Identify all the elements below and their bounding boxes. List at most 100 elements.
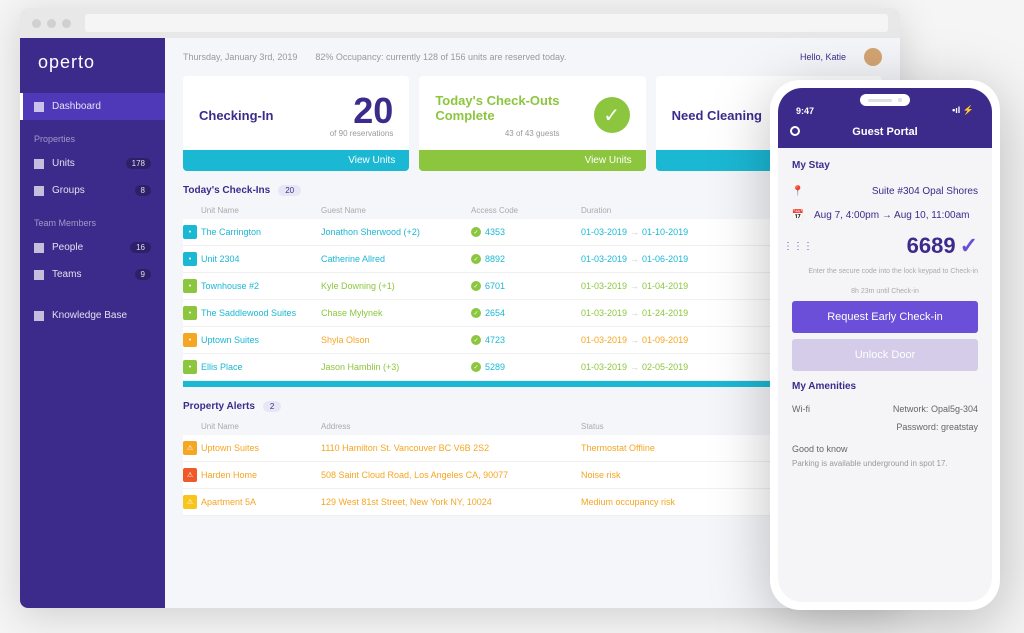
sidebar-people[interactable]: People 16 [20,234,165,261]
sidebar-label: Units [52,158,75,169]
unlock-door-button[interactable]: Unlock Door [792,339,978,371]
section-title: Today's Check-Ins [183,185,270,196]
teams-icon [34,270,44,280]
sidebar-teams[interactable]: Teams 9 [20,261,165,288]
signal-icon: •ıl ⚡ [952,105,974,116]
sidebar-units[interactable]: Units 178 [20,150,165,177]
calendar-icon: 📅 [792,209,804,221]
sidebar-kb[interactable]: Knowledge Base [20,302,165,329]
phone-mockup: 9:47 •ıl ⚡ Guest Portal My Stay 📍 Suite … [770,80,1000,610]
dashboard-icon [34,102,44,112]
topbar-occupancy: 82% Occupancy: currently 128 of 156 unit… [315,52,566,62]
unit-link[interactable]: Ellis Place [201,362,243,372]
card-sub: 43 of 43 guests [435,129,559,138]
phone-time: 9:47 [796,106,814,116]
check-icon: ✓ [471,254,481,264]
status-badge-icon: • [183,333,197,347]
guest-name: Kyle Downing (+1) [321,281,471,291]
check-circle-icon: ✓ [594,97,630,133]
suite-row: 📍 Suite #304 Opal Shores [792,179,978,203]
phone-notch [860,94,910,106]
avatar[interactable] [864,48,882,66]
card-title: Today's Check-Outs [435,93,559,108]
wifi-pw-row: Password: greatstay [792,418,978,436]
unit-link[interactable]: The Saddlewood Suites [201,308,296,318]
count-badge: 16 [130,242,151,253]
alert-status: Medium occupancy risk [581,497,675,507]
unit-link[interactable]: Uptown Suites [201,443,259,453]
sidebar-section-team: Team Members [20,204,165,234]
wifi-label: Wi-fi [792,404,810,414]
section-count: 2 [263,401,281,412]
pin-icon: 📍 [792,185,804,197]
status-badge-icon: • [183,225,197,239]
unit-link[interactable]: Harden Home [201,470,257,480]
sidebar-groups[interactable]: Groups 8 [20,177,165,204]
card-title: Checking-In [199,108,273,123]
book-icon [34,311,44,321]
guest-name: Shyla Olson [321,335,471,345]
topbar-date: Thursday, January 3rd, 2019 [183,52,297,62]
guest-name: Jonathon Sherwood (+2) [321,227,471,237]
unit-link[interactable]: The Carrington [201,227,261,237]
status-badge-icon: • [183,360,197,374]
back-icon[interactable] [790,126,800,136]
sidebar-dashboard[interactable]: Dashboard [20,93,165,120]
access-code: ✓4723 [471,335,581,345]
request-early-checkin-button[interactable]: Request Early Check-in [792,301,978,333]
col-guest: Guest Name [321,206,471,215]
greeting[interactable]: Hello, Katie [800,52,846,62]
alert-status: Thermostat Offline [581,443,655,453]
col-unit: Unit Name [201,206,321,215]
topbar: Thursday, January 3rd, 2019 82% Occupanc… [165,38,900,76]
card-title-2: Complete [435,108,559,123]
unit-link[interactable]: Apartment 5A [201,497,256,507]
guest-name: Chase Mylynek [321,308,471,318]
unit-link[interactable]: Unit 2304 [201,254,240,264]
col-unit: Unit Name [201,422,321,431]
view-units-button[interactable]: View Units [419,150,645,171]
section-count: 20 [278,185,301,196]
url-bar[interactable] [85,14,888,32]
guest-name: Catherine Allred [321,254,471,264]
count-badge: 8 [135,185,151,196]
people-icon [34,243,44,253]
check-icon: ✓ [471,308,481,318]
address-link[interactable]: 508 Saint Cloud Road, Los Angeles CA, 90… [321,470,508,480]
count-badge: 9 [135,269,151,280]
view-units-button[interactable]: View Units [183,150,409,171]
check-icon: ✓ [471,335,481,345]
good-to-know-title: Good to know [792,444,978,454]
alert-status: Noise risk [581,470,621,480]
sidebar-label: Knowledge Base [52,310,127,321]
code-row: ⋮⋮⋮ 6689✓ [792,227,978,265]
wifi-password: Password: greatstay [896,422,978,432]
check-icon: ✓ [471,281,481,291]
unit-link[interactable]: Uptown Suites [201,335,259,345]
window-min-icon[interactable] [47,19,56,28]
access-code: ✓6701 [471,281,581,291]
access-code: ✓8892 [471,254,581,264]
status-badge-icon: • [183,279,197,293]
phone-header: Guest Portal [778,118,992,148]
guest-name: Jason Hamblin (+3) [321,362,471,372]
window-close-icon[interactable] [32,19,41,28]
sidebar-label: Dashboard [52,101,101,112]
status-badge-icon: • [183,306,197,320]
browser-chrome [20,8,900,38]
stay-dates: Aug 7, 4:00pm → Aug 10, 11:00am [814,210,969,221]
access-code: ✓2654 [471,308,581,318]
card-checkin: Checking-In 20 of 90 reservations View U… [183,76,409,171]
dates-row: 📅 Aug 7, 4:00pm → Aug 10, 11:00am [792,203,978,227]
window-max-icon[interactable] [62,19,71,28]
alert-badge-icon: ⚠ [183,495,197,509]
address-link[interactable]: 129 West 81st Street, New York NY, 10024 [321,497,492,507]
unit-link[interactable]: Townhouse #2 [201,281,259,291]
col-addr: Address [321,422,581,431]
alert-badge-icon: ⚠ [183,468,197,482]
address-link[interactable]: 1110 Hamilton St. Vancouver BC V6B 2S2 [321,443,489,453]
bed-icon [34,159,44,169]
sidebar: operto Dashboard Properties Units 178 Gr… [20,38,165,608]
good-to-know-body: Parking is available underground in spot… [792,458,978,469]
section-title: Property Alerts [183,401,255,412]
